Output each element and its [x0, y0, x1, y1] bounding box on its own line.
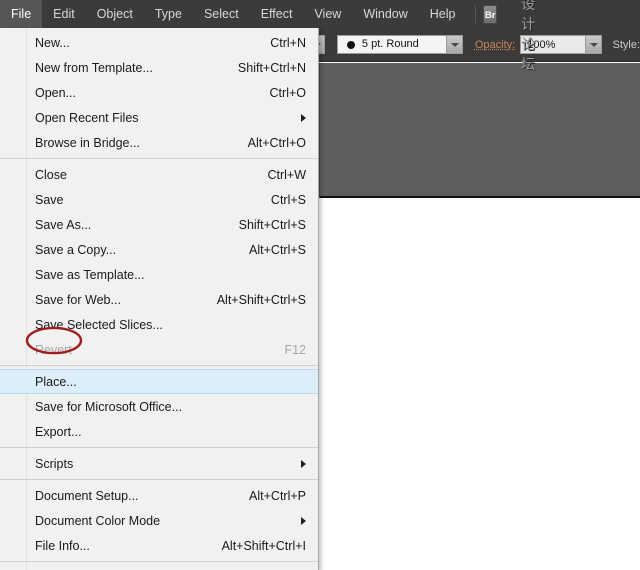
menubar-item-object[interactable]: Object — [86, 0, 144, 28]
menu-separator — [0, 447, 318, 448]
menu-item-save-for-microsoft-office[interactable]: Save for Microsoft Office... — [0, 394, 318, 419]
menu-item-shortcut: Shift+Ctrl+S — [239, 218, 306, 232]
menu-item-shortcut: Ctrl+N — [270, 36, 306, 50]
menu-item-shortcut: Ctrl+W — [267, 168, 306, 182]
menu-separator — [0, 158, 318, 159]
file-dropdown-menu: New... Ctrl+N New from Template... Shift+Ct… — [0, 28, 319, 570]
menu-item-label: Scripts — [35, 457, 306, 471]
menu-item-browse-in-bridge[interactable]: Browse in Bridge... Alt+Ctrl+O — [0, 130, 318, 155]
menubar-item-effect[interactable]: Effect — [250, 0, 304, 28]
menu-separator — [0, 561, 318, 562]
brush-combo[interactable]: 5 pt. Round — [337, 35, 463, 54]
menu-item-export[interactable]: Export... — [0, 419, 318, 444]
menu-item-list: New... Ctrl+N New from Template... Shift+Ct… — [0, 30, 318, 570]
menu-item-save-selected-slices[interactable]: Save Selected Slices... — [0, 312, 318, 337]
menu-item-document-color-mode[interactable]: Document Color Mode — [0, 508, 318, 533]
menu-item-document-setup[interactable]: Document Setup... Alt+Ctrl+P — [0, 483, 318, 508]
menu-item-label: Browse in Bridge... — [35, 136, 228, 150]
menu-item-label: Export... — [35, 425, 306, 439]
menu-item-open-recent-files[interactable]: Open Recent Files — [0, 105, 318, 130]
menu-item-shortcut: F12 — [284, 343, 306, 357]
brush-dot-icon — [347, 41, 355, 49]
chevron-down-icon[interactable] — [447, 35, 463, 54]
menubar-item-edit[interactable]: Edit — [42, 0, 86, 28]
menubar-item-select[interactable]: Select — [193, 0, 250, 28]
menu-item-new-from-template[interactable]: New from Template... Shift+Ctrl+N — [0, 55, 318, 80]
menu-item-save-as[interactable]: Save As... Shift+Ctrl+S — [0, 212, 318, 237]
menu-item-close[interactable]: Close Ctrl+W — [0, 162, 318, 187]
menu-item-label: Save Selected Slices... — [35, 318, 306, 332]
menu-item-shortcut: Shift+Ctrl+N — [238, 61, 306, 75]
menu-item-print[interactable]: Print...Ctrl+P — [0, 565, 318, 570]
menu-item-open[interactable]: Open... Ctrl+O — [0, 80, 318, 105]
menu-item-save[interactable]: Save Ctrl+S — [0, 187, 318, 212]
menubar-item-type[interactable]: Type — [144, 0, 193, 28]
menu-item-label: Open... — [35, 86, 250, 100]
chevron-right-icon — [301, 460, 306, 468]
menu-item-scripts[interactable]: Scripts — [0, 451, 318, 476]
opacity-label[interactable]: Opacity: — [475, 39, 515, 51]
menu-item-label: Save a Copy... — [35, 243, 229, 257]
menubar-divider — [475, 5, 476, 23]
menu-item-label: Document Setup... — [35, 489, 229, 503]
menu-item-label: Save As... — [35, 218, 219, 232]
menu-item-shortcut: Ctrl+O — [270, 86, 306, 100]
menu-item-save-a-copy[interactable]: Save a Copy... Alt+Ctrl+S — [0, 237, 318, 262]
menu-item-shortcut: Alt+Ctrl+S — [249, 243, 306, 257]
menu-item-label: Place... — [35, 375, 306, 389]
menu-item-label: New from Template... — [35, 61, 218, 75]
menu-item-label: File Info... — [35, 539, 202, 553]
watermark: 思缘设计论坛 WWW.MISSYUAN.COM — [521, 0, 640, 74]
watermark-cn-text: 思缘设计论坛 — [521, 0, 538, 74]
menu-item-label: Save — [35, 193, 251, 207]
menu-item-shortcut: Alt+Ctrl+O — [248, 136, 306, 150]
menu-item-file-info[interactable]: File Info... Alt+Shift+Ctrl+I — [0, 533, 318, 558]
menu-separator — [0, 479, 318, 480]
menu-item-label: Save for Microsoft Office... — [35, 400, 306, 414]
main-menu-bar: FileEditObjectTypeSelectEffectViewWindow… — [0, 0, 640, 28]
bridge-icon[interactable]: Br — [483, 5, 497, 24]
menu-item-place[interactable]: Place... — [0, 369, 318, 394]
menu-item-label: Revert — [35, 343, 264, 357]
menubar-item-help[interactable]: Help — [419, 0, 467, 28]
menu-item-shortcut: Alt+Shift+Ctrl+S — [217, 293, 306, 307]
menu-item-shortcut: Alt+Shift+Ctrl+I — [222, 539, 306, 553]
menubar-item-file[interactable]: File — [0, 0, 42, 28]
menu-item-label: Save as Template... — [35, 268, 306, 282]
menubar-item-window[interactable]: Window — [352, 0, 418, 28]
brush-value: 5 pt. Round — [362, 35, 419, 54]
menu-item-label: Close — [35, 168, 247, 182]
menu-item-label: Save for Web... — [35, 293, 197, 307]
menu-item-shortcut: Alt+Ctrl+P — [249, 489, 306, 503]
menu-item-label: New... — [35, 36, 250, 50]
menu-separator — [0, 365, 318, 366]
chevron-right-icon — [301, 517, 306, 525]
menu-item-revert: Revert F12 — [0, 337, 318, 362]
menubar-item-view[interactable]: View — [303, 0, 352, 28]
brush-value-wrap[interactable]: 5 pt. Round — [337, 35, 447, 54]
application-window: Uniform 5 pt. Round Opacity: 100% Style:… — [0, 0, 640, 570]
menu-item-save-for-web[interactable]: Save for Web... Alt+Shift+Ctrl+S — [0, 287, 318, 312]
menu-item-shortcut: Ctrl+S — [271, 193, 306, 207]
menu-item-save-as-template[interactable]: Save as Template... — [0, 262, 318, 287]
chevron-right-icon — [301, 114, 306, 122]
menu-item-new[interactable]: New... Ctrl+N — [0, 30, 318, 55]
menu-item-label: Open Recent Files — [35, 111, 306, 125]
menu-item-label: Document Color Mode — [35, 514, 306, 528]
